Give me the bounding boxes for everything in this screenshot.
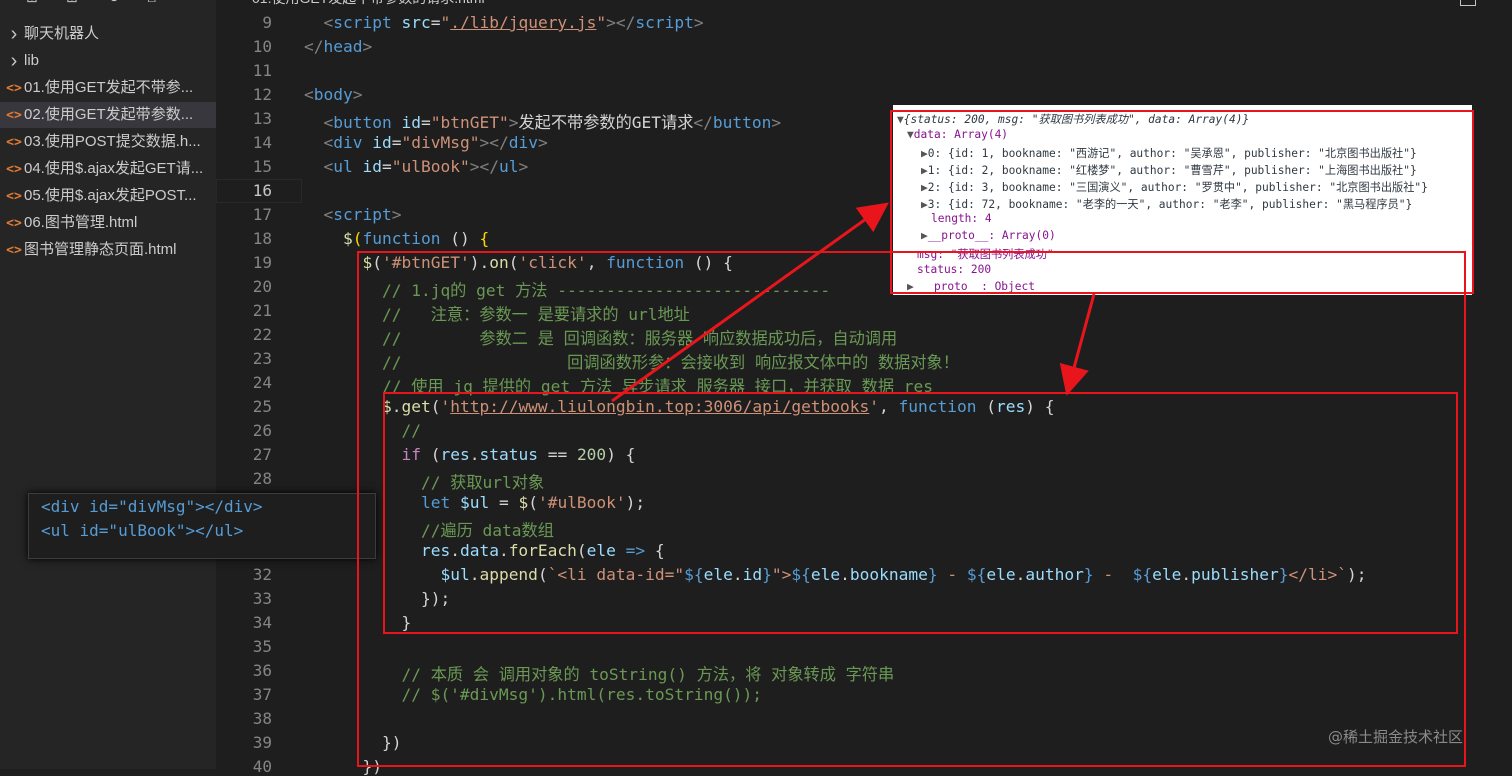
annotation-arrows <box>611 202 1096 403</box>
watermark: @稀土掘金技术社区 <box>1328 728 1464 746</box>
arrow-to-get-call <box>1059 293 1096 396</box>
arrow-to-console <box>611 202 889 403</box>
